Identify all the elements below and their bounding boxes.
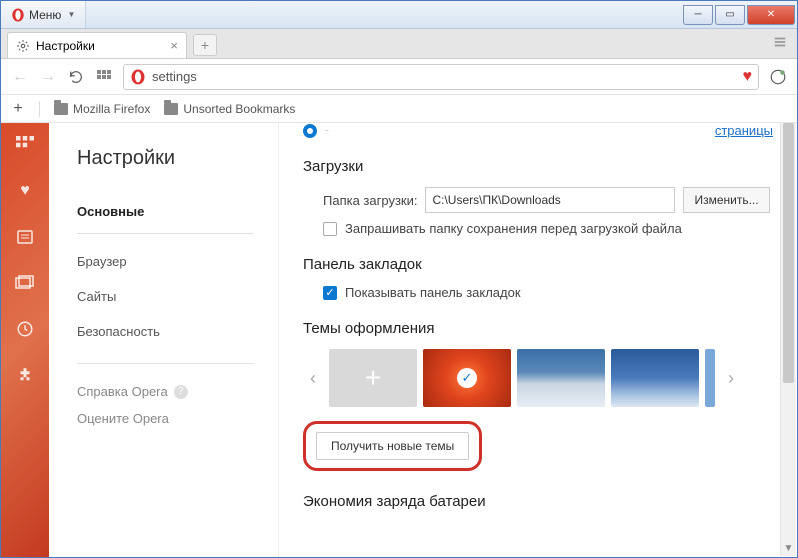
opera-menu-button[interactable]: Меню ▼ <box>1 1 86 28</box>
bookmarks-bar: + Mozilla Firefox Unsorted Bookmarks <box>1 95 797 123</box>
tab-menu-icon[interactable] <box>773 35 787 54</box>
theme-card-selected[interactable]: ✓ <box>423 349 511 407</box>
section-battery-heading: Экономия заряда батареи <box>303 493 773 510</box>
opera-badge-icon <box>130 69 146 85</box>
download-folder-label: Папка загрузки: <box>323 193 417 208</box>
scroll-down-arrow[interactable]: ▼ <box>781 540 796 556</box>
rail-tabs-icon[interactable] <box>15 273 35 293</box>
speed-dial-button[interactable] <box>95 68 113 86</box>
folder-icon <box>54 103 68 115</box>
sidebar-item-basic[interactable]: Основные <box>77 194 254 234</box>
startup-set-pages-link[interactable]: страницы <box>715 123 773 138</box>
rail-history-icon[interactable] <box>15 319 35 339</box>
divider <box>39 101 40 117</box>
download-change-button[interactable]: Изменить... <box>683 187 769 213</box>
tab-strip: Настройки × + <box>1 29 797 59</box>
window-maximize-button[interactable]: ▭ <box>715 5 745 25</box>
show-bookmarks-checkbox[interactable]: ✓ <box>323 286 337 300</box>
bookmark-folder-unsorted[interactable]: Unsorted Bookmarks <box>164 102 295 116</box>
help-icon: ? <box>174 385 188 399</box>
theme-card[interactable] <box>611 349 699 407</box>
new-tab-button[interactable]: + <box>193 34 217 56</box>
theme-card[interactable] <box>517 349 605 407</box>
bookmark-folder-firefox[interactable]: Mozilla Firefox <box>54 102 150 116</box>
window-minimize-button[interactable]: ─ <box>683 5 713 25</box>
annotation-highlight: Получить новые темы <box>303 421 482 471</box>
reload-button[interactable] <box>67 68 85 86</box>
bookmark-label: Mozilla Firefox <box>73 102 150 116</box>
sidebar-item-security[interactable]: Безопасность <box>77 314 254 349</box>
folder-icon <box>164 103 178 115</box>
rail-extensions-icon[interactable] <box>15 365 35 385</box>
show-bookmarks-label: Показывать панель закладок <box>345 285 521 300</box>
settings-sidebar: Настройки Основные Браузер Сайты Безопас… <box>49 123 279 557</box>
theme-add-button[interactable]: + <box>329 349 417 407</box>
rail-bookmarks-icon[interactable]: ♥ <box>15 181 35 201</box>
download-folder-input[interactable] <box>425 187 675 213</box>
sidebar-item-rate[interactable]: Оцените Opera <box>77 405 254 432</box>
section-bookmarks-heading: Панель закладок <box>303 256 773 273</box>
tab-title: Настройки <box>36 39 95 53</box>
rail-speed-dial-icon[interactable] <box>15 135 35 155</box>
window-titlebar: Меню ▼ ─ ▭ ✕ <box>1 1 797 29</box>
download-ask-label: Запрашивать папку сохранения перед загру… <box>345 221 682 236</box>
settings-main-panel: страницы Загрузки Папка загрузки: Измени… <box>279 123 797 557</box>
address-bar[interactable]: ♥ <box>123 64 759 90</box>
menu-label: Меню <box>29 8 61 22</box>
check-icon: ✓ <box>457 368 477 388</box>
get-more-themes-button[interactable]: Получить новые темы <box>316 432 469 460</box>
themes-next-button[interactable]: › <box>721 349 741 407</box>
settings-title: Настройки <box>77 147 254 170</box>
section-downloads-heading: Загрузки <box>303 158 773 175</box>
add-bookmark-button[interactable]: + <box>11 100 25 118</box>
tab-settings[interactable]: Настройки × <box>7 32 187 58</box>
scroll-thumb[interactable] <box>783 123 794 383</box>
opera-logo-icon <box>11 8 25 22</box>
bookmark-heart-icon[interactable]: ♥ <box>743 68 753 86</box>
theme-card-partial[interactable] <box>705 349 715 407</box>
window-close-button[interactable]: ✕ <box>747 5 795 25</box>
divider <box>77 363 254 364</box>
url-input[interactable] <box>152 69 737 84</box>
forward-button[interactable]: → <box>39 68 57 86</box>
sync-icon[interactable] <box>769 68 787 86</box>
help-label: Справка Opera <box>77 384 168 399</box>
tab-close-icon[interactable]: × <box>170 38 178 53</box>
themes-prev-button[interactable]: ‹ <box>303 349 323 407</box>
back-button[interactable]: ← <box>11 68 29 86</box>
vertical-scrollbar[interactable]: ▲ ▼ <box>780 123 796 556</box>
navigation-toolbar: ← → ♥ <box>1 59 797 95</box>
section-themes-heading: Темы оформления <box>303 320 773 337</box>
sidebar-item-sites[interactable]: Сайты <box>77 279 254 314</box>
chevron-down-icon: ▼ <box>67 10 75 19</box>
startup-radio-selected[interactable] <box>303 124 317 138</box>
rail-news-icon[interactable] <box>15 227 35 247</box>
startup-cut-text <box>325 123 707 138</box>
sidebar-item-browser[interactable]: Браузер <box>77 244 254 279</box>
bookmark-label: Unsorted Bookmarks <box>183 102 295 116</box>
download-ask-checkbox[interactable] <box>323 222 337 236</box>
theme-background-strip: ♥ <box>1 123 49 557</box>
sidebar-item-help[interactable]: Справка Opera ? <box>77 378 254 405</box>
rate-label: Оцените Opera <box>77 411 169 426</box>
gear-icon <box>16 39 30 53</box>
